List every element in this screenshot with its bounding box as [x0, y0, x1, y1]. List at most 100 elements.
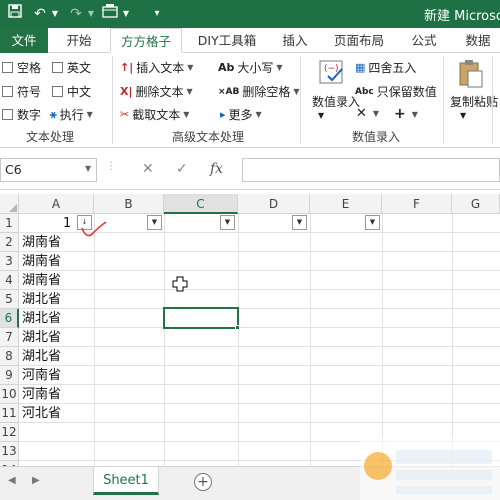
active-cell-c6[interactable]: [163, 307, 239, 329]
column-header-f[interactable]: F: [382, 194, 452, 214]
execute-button[interactable]: ⚹ 执行 ▼: [50, 106, 93, 123]
annotation-check-mark: [81, 221, 107, 237]
english-label: 英文: [67, 61, 92, 75]
gridline: [19, 346, 500, 347]
row-header-8[interactable]: 8: [0, 347, 19, 366]
round-button[interactable]: ▦ 四舍五入: [355, 59, 416, 76]
extract-text-button[interactable]: ✂ 截取文本 ▼: [120, 106, 189, 123]
checkbox-icon[interactable]: [2, 86, 13, 97]
cell-a7[interactable]: 湖北省: [19, 328, 61, 347]
cell-a11[interactable]: 河北省: [19, 404, 61, 423]
filter-dropdown-d[interactable]: ▼: [292, 215, 307, 230]
column-header-b[interactable]: B: [94, 194, 164, 214]
tab-formulas[interactable]: 公式: [400, 28, 448, 53]
group-label-numeric-entry: 数值录入: [352, 130, 401, 144]
confirm-icon[interactable]: ✓: [176, 161, 188, 177]
row-header-12[interactable]: 12: [0, 423, 19, 442]
column-header-c[interactable]: C: [164, 194, 238, 214]
cell-a3[interactable]: 湖南省: [19, 252, 61, 271]
tab-diy-toolbox[interactable]: DIY工具箱: [190, 28, 264, 53]
delete-text-button[interactable]: X| 删除文本 ▼: [120, 83, 193, 100]
form-icon[interactable]: [100, 4, 120, 24]
more-options-icon: ⋮: [106, 161, 116, 172]
more-button[interactable]: ▸ 更多 ▼: [220, 106, 262, 123]
chinese-checkbox[interactable]: 中文: [52, 83, 91, 100]
checkbox-icon[interactable]: [2, 109, 13, 120]
column-header-g[interactable]: G: [452, 194, 500, 214]
delete-space-icon: ×AB: [218, 86, 240, 97]
clear-button[interactable]: ✕ ▼: [356, 106, 379, 121]
chevron-down-icon: ▼: [186, 87, 193, 96]
chevron-down-icon: ▼: [293, 87, 300, 96]
cell-a6[interactable]: 湖北省: [19, 309, 61, 328]
english-checkbox[interactable]: 英文: [52, 59, 91, 76]
cell-a10[interactable]: 河南省: [19, 385, 61, 404]
cell-a8[interactable]: 湖北省: [19, 347, 61, 366]
redo-icon[interactable]: ↷: [66, 4, 86, 24]
row-header-4[interactable]: 4: [0, 271, 19, 290]
formula-input[interactable]: [242, 158, 500, 182]
customize-icon[interactable]: ▾: [150, 4, 164, 24]
cancel-icon[interactable]: ✕: [142, 161, 154, 177]
filter-dropdown-e[interactable]: ▼: [365, 215, 380, 230]
redo-dropdown-icon[interactable]: ▼: [86, 4, 96, 24]
chevron-down-icon[interactable]: ▼: [85, 164, 91, 173]
row-header-5[interactable]: 5: [0, 290, 19, 309]
column-header-e[interactable]: E: [310, 194, 382, 214]
column-header-a[interactable]: A: [19, 194, 94, 214]
symbol-checkbox[interactable]: 符号: [2, 83, 41, 100]
checkbox-icon[interactable]: [52, 62, 63, 73]
delete-space-button[interactable]: ×AB 删除空格 ▼: [218, 83, 300, 100]
numeric-entry-button[interactable]: (−): [316, 59, 350, 87]
row-header-9[interactable]: 9: [0, 366, 19, 385]
insert-text-button[interactable]: ↑| 插入文本 ▼: [120, 59, 193, 76]
cell-a1[interactable]: 1: [60, 214, 71, 233]
add-button[interactable]: + ▼: [394, 106, 418, 122]
document-title: 新建 Microso: [424, 9, 500, 24]
tab-home[interactable]: 开始: [54, 28, 104, 53]
undo-dropdown-icon[interactable]: ▼: [50, 4, 60, 24]
row-header-13[interactable]: 13: [0, 442, 19, 461]
tab-data[interactable]: 数据: [456, 28, 500, 53]
row-header-1[interactable]: 1: [0, 214, 19, 233]
tab-page-layout[interactable]: 页面布局: [326, 28, 392, 53]
checkbox-icon[interactable]: [2, 62, 13, 73]
space-checkbox[interactable]: 空格: [2, 59, 41, 76]
round-icon: ▦: [355, 61, 366, 74]
tab-file[interactable]: 文件: [0, 28, 48, 53]
cell-a4[interactable]: 湖南省: [19, 271, 61, 290]
row-header-7[interactable]: 7: [0, 328, 19, 347]
row-header-11[interactable]: 11: [0, 404, 19, 423]
case-button[interactable]: Ab 大小写 ▼: [218, 59, 283, 76]
save-icon[interactable]: [6, 4, 24, 24]
delete-text-label: 删除文本: [135, 85, 184, 99]
fill-handle[interactable]: [235, 325, 240, 330]
tab-fangfang[interactable]: 方方格子: [110, 28, 182, 53]
keep-values-button[interactable]: Abc 只保留数值: [355, 83, 437, 100]
row-header-2[interactable]: 2: [0, 233, 19, 252]
cell-a5[interactable]: 湖北省: [19, 290, 61, 309]
add-sheet-button[interactable]: +: [194, 473, 212, 491]
cell-a9[interactable]: 河南省: [19, 366, 61, 385]
column-header-d[interactable]: D: [238, 194, 310, 214]
name-box[interactable]: C6: [0, 158, 97, 182]
checkbox-icon[interactable]: [52, 86, 63, 97]
form-dropdown-icon[interactable]: ▼: [121, 4, 131, 24]
row-header-10[interactable]: 10: [0, 385, 19, 404]
filter-dropdown-c[interactable]: ▼: [220, 215, 235, 230]
tab-insert[interactable]: 插入: [272, 28, 318, 53]
gridline: [19, 270, 500, 271]
scroll-right-icon[interactable]: ▶: [32, 475, 40, 486]
numeric-entry-icon: (−): [319, 60, 343, 84]
filter-dropdown-b[interactable]: ▼: [147, 215, 162, 230]
cell-a2[interactable]: 湖南省: [19, 233, 61, 252]
row-header-6[interactable]: 6: [0, 309, 19, 328]
worksheet-grid[interactable]: A B C D E F G 1 2 3 4 5 6 7 8 9 10 11 12…: [0, 194, 500, 466]
sheet-tab-sheet1[interactable]: Sheet1: [93, 467, 159, 495]
number-checkbox[interactable]: 数字: [2, 106, 41, 123]
undo-icon[interactable]: ↶: [30, 4, 50, 24]
scroll-left-icon[interactable]: ◀: [8, 475, 16, 486]
copy-paste-button[interactable]: [456, 59, 486, 89]
insert-function-icon[interactable]: fx: [210, 161, 223, 177]
row-header-3[interactable]: 3: [0, 252, 19, 271]
